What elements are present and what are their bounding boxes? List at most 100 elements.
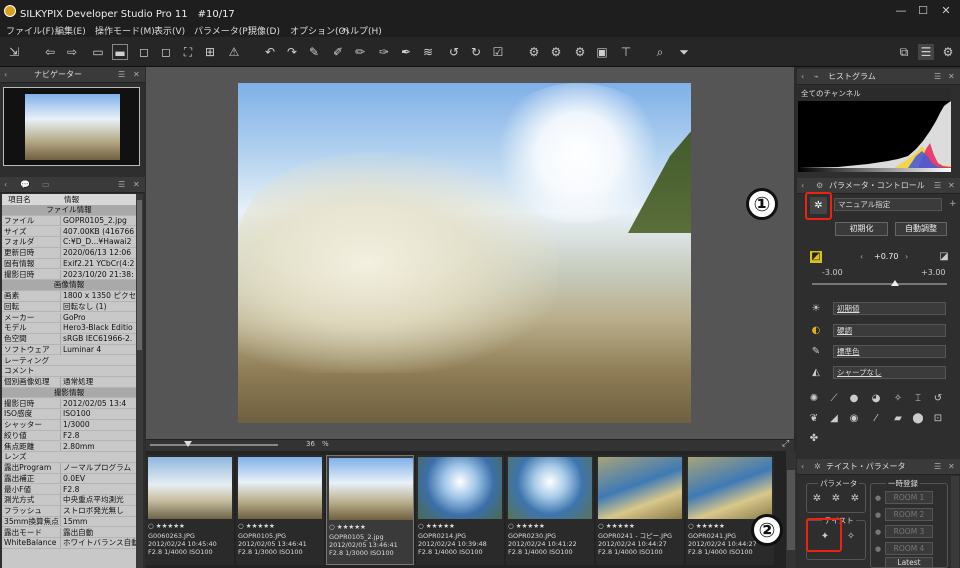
fullscreen-icon[interactable]: ⛶ [180, 44, 196, 60]
clear-param-icon[interactable]: ✒ [398, 44, 414, 60]
menu-view[interactable]: 表示(V) [154, 24, 185, 37]
auto-exposure-icon[interactable]: ◪ [938, 251, 950, 263]
room-4-button[interactable]: ROOM 4 [885, 542, 933, 555]
filmstrip-item[interactable]: ○ ★★★★★ GOPR0241 - コピー.JPG 2012/02/24 10… [596, 455, 684, 565]
collapse-icon[interactable]: ‹ [4, 177, 7, 193]
preview-image[interactable] [238, 83, 691, 423]
room-radio[interactable]: ● [875, 545, 881, 553]
param-mode-select[interactable]: マニュアル指定 [834, 198, 942, 211]
sphere-tool-icon[interactable]: ● [848, 393, 860, 405]
panel-menu-icon[interactable]: ☰ [118, 177, 125, 193]
crop-tool-icon[interactable]: ⊡ [932, 413, 944, 425]
sliders-icon[interactable]: ☰ [918, 44, 934, 60]
comment-tab-icon[interactable]: 💬 [20, 177, 30, 193]
color-select[interactable]: 標準色 [833, 345, 946, 358]
info-section-header[interactable]: 撮影情報 [2, 387, 136, 399]
warning-icon[interactable]: ⚠ [226, 44, 242, 60]
thumbnail-rating[interactable]: ○ ★★★★★ [329, 523, 415, 531]
develop-icon[interactable]: ⚙ [526, 44, 542, 60]
rotate-tool-icon[interactable]: ↺ [932, 393, 944, 405]
layout-icon[interactable]: ⧉ [896, 44, 912, 60]
panel-close-icon[interactable]: ✕ [948, 178, 955, 194]
highlight-tool-icon[interactable]: ✧ [892, 393, 904, 405]
copy-param-icon[interactable]: ✑ [376, 44, 392, 60]
room-2-button[interactable]: ROOM 2 [885, 508, 933, 521]
rotate-right-icon[interactable]: ↻ [468, 44, 484, 60]
auto-adjust-button[interactable]: 自動調整 [895, 222, 947, 236]
fit-icon[interactable]: ⤢ [782, 439, 789, 449]
panel-menu-icon[interactable]: ☰ [118, 67, 125, 83]
thumbnail-rating[interactable]: ○ ★★★★★ [508, 522, 594, 530]
minimize-button[interactable]: — [891, 3, 911, 19]
rotate-left-icon[interactable]: ↺ [446, 44, 462, 60]
zoom-slider-thumb[interactable] [184, 441, 192, 447]
latest-button[interactable]: Latest [885, 557, 933, 568]
compare-view-icon[interactable]: ◻ [136, 44, 152, 60]
histogram-channel-select[interactable]: 全てのチャンネル [798, 88, 951, 101]
monitor-icon[interactable]: ▣ [594, 44, 610, 60]
pick-tool-icon[interactable]: ✎ [306, 44, 322, 60]
panel-settings-icon[interactable]: ⚙ [940, 44, 956, 60]
menu-edit[interactable]: 編集(E) [55, 24, 86, 37]
menu-parameter[interactable]: パラメータ(P) [194, 24, 251, 37]
sun-tool-icon[interactable]: ✺ [808, 393, 820, 405]
misc-tool-icon[interactable]: ✤ [808, 433, 820, 445]
next-image-icon[interactable]: ⇨ [64, 44, 80, 60]
param-save-icon[interactable]: ✲ [811, 493, 823, 505]
search-icon[interactable]: ⌕ [652, 44, 668, 60]
thumbnail-rating[interactable]: ○ ★★★★★ [148, 522, 234, 530]
info-section-header[interactable]: ファイル情報 [2, 205, 136, 216]
exposure-increase-icon[interactable]: › [905, 252, 908, 261]
curve-tool-icon[interactable]: ⟋ [828, 393, 840, 405]
navigator-thumbnail[interactable] [3, 87, 140, 166]
previous-image-icon[interactable]: ⇦ [42, 44, 58, 60]
maximize-button[interactable]: ☐ [913, 3, 933, 19]
exposure-decrease-icon[interactable]: ‹ [860, 252, 863, 261]
room-1-button[interactable]: ROOM 1 [885, 491, 933, 504]
initialize-button[interactable]: 初期化 [835, 222, 888, 236]
zoom-slider-track[interactable] [150, 444, 278, 446]
param-mode-add-icon[interactable]: + [949, 199, 957, 209]
white-balance-select[interactable]: 初期値 [833, 302, 946, 315]
import-icon[interactable]: ⇲ [6, 44, 22, 60]
filmstrip-item[interactable]: ○ ★★★★★ G0060263.JPG 2012/02/24 10:45:40… [146, 455, 234, 565]
panel-close-icon[interactable]: ✕ [133, 177, 140, 193]
close-button[interactable]: ✕ [936, 3, 956, 19]
grid-icon[interactable]: ⊞ [202, 44, 218, 60]
room-radio[interactable]: ● [875, 511, 881, 519]
taste-scrollbar[interactable] [951, 476, 959, 568]
zoom-value[interactable]: 36 [306, 440, 315, 448]
fine-tool-icon[interactable]: ⌶ [912, 393, 924, 405]
brush-tool-icon[interactable]: ✐ [330, 44, 346, 60]
info-section-header[interactable]: 画像情報 [2, 280, 136, 291]
tool-icon[interactable]: ⊤ [618, 44, 634, 60]
collapse-icon[interactable]: ‹ [4, 67, 7, 83]
filmstrip-item[interactable]: ○ ★★★★★ GOPR0241.JPG 2012/02/24 10:44:27… [686, 455, 774, 565]
menu-help[interactable]: ヘルプ(H) [341, 24, 382, 37]
panel-close-icon[interactable]: ✕ [948, 69, 955, 85]
layers-icon[interactable]: ≋ [420, 44, 436, 60]
filmstrip-item[interactable]: ○ ★★★★★ GOPR0230.JPG 2012/02/24 10:41:22… [506, 455, 594, 565]
thumbnail-rating[interactable]: ○ ★★★★★ [598, 522, 684, 530]
check-icon[interactable]: ☑ [490, 44, 506, 60]
undo-icon[interactable]: ↶ [262, 44, 278, 60]
collapse-icon[interactable]: ‹ [801, 69, 804, 85]
redo-icon[interactable]: ↷ [284, 44, 300, 60]
panel-close-icon[interactable]: ✕ [948, 459, 955, 475]
filmstrip-scrollbar-thumb[interactable] [787, 470, 795, 550]
room-3-button[interactable]: ROOM 3 [885, 525, 933, 538]
thumbnail-rating[interactable]: ○ ★★★★★ [418, 522, 504, 530]
info-scrollbar-thumb[interactable] [137, 200, 142, 350]
room-radio[interactable]: ● [875, 494, 881, 502]
eraser-tool-icon[interactable]: ▰ [892, 413, 904, 425]
panel-menu-icon[interactable]: ☰ [934, 69, 941, 85]
exposure-value[interactable]: +0.70 [874, 252, 899, 261]
preview-view-icon[interactable]: ▬ [112, 44, 128, 60]
param-load-icon[interactable]: ✲ [830, 493, 842, 505]
thumbnail-rating[interactable]: ○ ★★★★★ [238, 522, 324, 530]
menu-file[interactable]: ファイル(F) [6, 24, 54, 37]
thumbnail-view-icon[interactable]: ◻ [158, 44, 174, 60]
single-view-icon[interactable]: ▭ [90, 44, 106, 60]
taste-apply-icon[interactable]: ✧ [845, 531, 857, 543]
filmstrip-item-selected[interactable]: ○ ★★★★★ GOPR0105_2.jpg 2012/02/05 13:46:… [326, 455, 414, 565]
